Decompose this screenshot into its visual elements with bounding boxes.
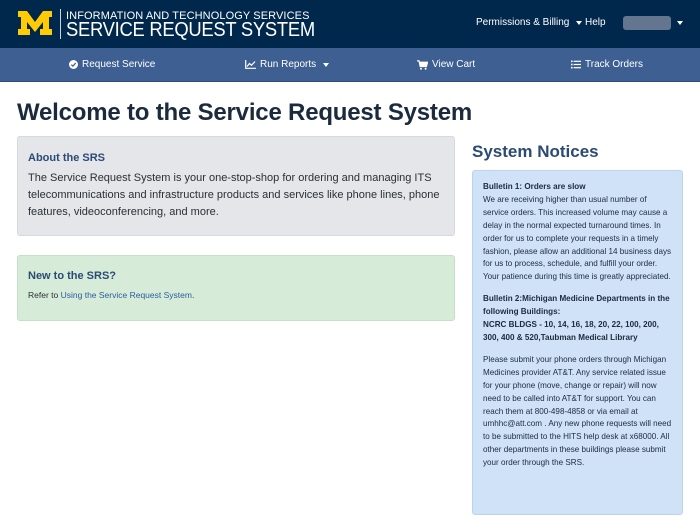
new-to-srs-card: New to the SRS? Refer to Using the Servi… [17,255,455,321]
bulletin-1: Bulletin 1: Orders are slow We are recei… [483,181,672,284]
bulletin-2-subheading: NCRC BLDGS - 10, 14, 16, 18, 20, 22, 100… [483,320,659,342]
using-srs-link[interactable]: Using the Service Request System [61,290,192,300]
new-to-srs-text: Refer to Using the Service Request Syste… [28,290,194,300]
top-header: INFORMATION AND TECHNOLOGY SERVICES SERV… [0,0,700,48]
nav-request-service-label: Request Service [82,59,156,70]
nav-track-orders[interactable]: Track Orders [571,59,643,70]
line-chart-icon [245,60,256,69]
nav-view-cart-label: View Cart [432,59,476,70]
permissions-billing-menu[interactable]: Permissions & Billing [476,17,583,28]
logo-divider [60,9,61,39]
bulletin-2-body: Please submit your phone orders through … [483,354,672,468]
user-menu[interactable] [623,16,671,30]
about-srs-body: The Service Request System is your one-s… [28,172,440,218]
nav-request-service[interactable]: Request Service [69,59,155,70]
bulletin-2-heading: Bulletin 2:Michigan Medicine Departments… [483,294,670,317]
system-name[interactable]: SERVICE REQUEST SYSTEM [66,19,315,42]
chevron-down-icon[interactable] [677,21,683,25]
system-notices-panel: Bulletin 1: Orders are slow We are recei… [472,170,683,515]
help-label: Help [585,17,606,28]
page-title: Welcome to the Service Request System [17,99,472,126]
system-notices-title: System Notices [472,142,599,161]
permissions-billing-label: Permissions & Billing [476,17,570,28]
nav-run-reports-label: Run Reports [260,59,317,70]
help-link[interactable]: Help [585,17,606,28]
nav-view-cart[interactable]: View Cart [417,59,475,70]
university-logo[interactable] [17,10,53,36]
cart-icon [417,59,428,70]
bulletin-2: Bulletin 2:Michigan Medicine Departments… [483,293,672,345]
about-srs-card: About the SRS The Service Request System… [17,136,455,236]
check-circle-icon [69,60,78,69]
about-srs-heading: About the SRS [28,152,105,164]
refer-to-text: Refer to [28,290,61,300]
period-text: . [191,290,195,300]
bulletin-1-body: We are receiving higher than usual numbe… [483,194,672,282]
secondary-nav: Request Service Run Reports View Cart Tr… [0,48,700,82]
chevron-down-icon [576,20,583,25]
bulletin-1-heading: Bulletin 1: Orders are slow [483,182,586,191]
nav-run-reports[interactable]: Run Reports [245,59,330,70]
chevron-down-icon [323,62,330,67]
nav-track-orders-label: Track Orders [585,59,643,70]
new-to-srs-heading: New to the SRS? [28,270,117,282]
list-icon [571,60,581,69]
